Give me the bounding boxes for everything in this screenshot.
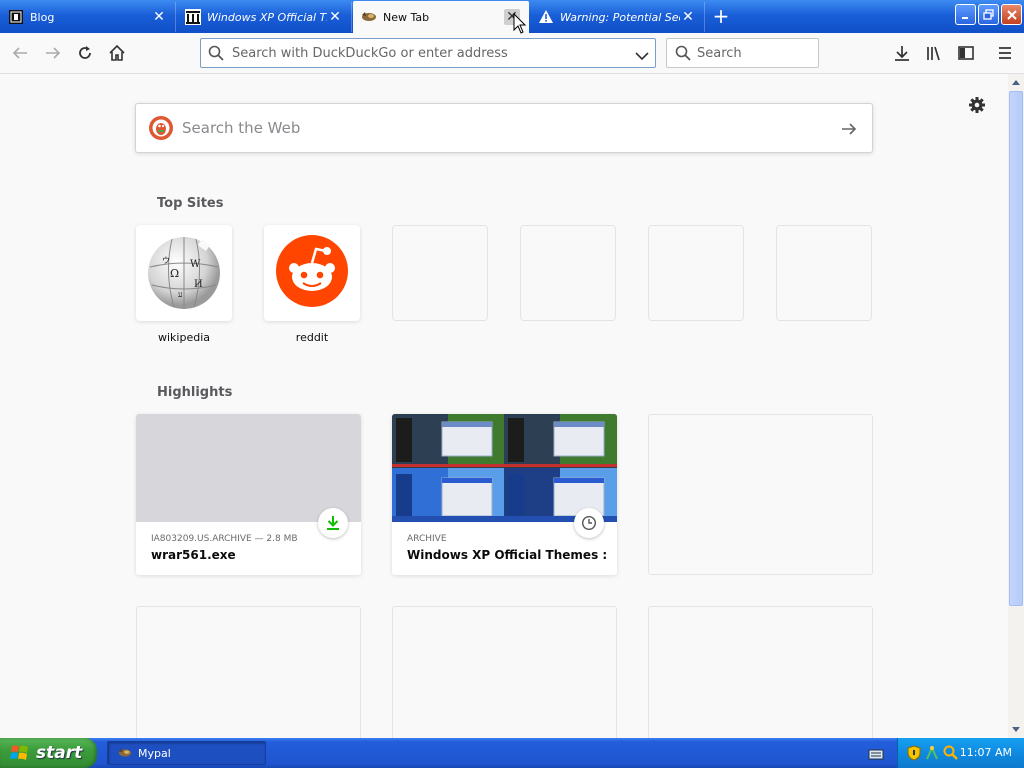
web-search-box[interactable] <box>135 103 873 153</box>
magnifier-icon[interactable] <box>943 745 959 765</box>
security-shield-icon[interactable] <box>907 745 921 765</box>
svg-text:ע: ע <box>178 290 183 299</box>
tab-label: Windows XP Official The <box>207 10 327 24</box>
search-icon <box>208 45 224 65</box>
card-preview <box>136 414 361 522</box>
tab-label: New Tab <box>383 10 430 24</box>
scroll-down-arrow-icon[interactable] <box>1008 722 1024 738</box>
mouse-cursor-icon <box>513 12 527 39</box>
reload-button[interactable] <box>73 41 97 65</box>
taskbar-item-label: Mypal <box>138 746 171 760</box>
library-button[interactable] <box>922 41 946 65</box>
reddit-icon <box>276 235 348 311</box>
highlights-title: Highlights <box>157 385 233 400</box>
top-site-label: wikipedia <box>157 331 210 344</box>
search-input[interactable] <box>697 39 812 67</box>
new-tab-button[interactable]: + <box>708 6 734 28</box>
chevron-down-icon[interactable] <box>635 47 649 66</box>
archive-favicon <box>185 9 201 25</box>
wikipedia-icon: Ω W И ウ ע <box>142 229 226 317</box>
mypal-icon <box>118 746 132 760</box>
mypal-favicon <box>361 9 377 25</box>
menu-button[interactable] <box>993 41 1017 65</box>
top-site-placeholder <box>392 225 488 321</box>
home-button[interactable] <box>105 41 129 65</box>
highlight-card-xp-themes[interactable]: ARCHIVE Windows XP Official Themes : M..… <box>392 414 617 575</box>
tab-strip: Blog ✕ Windows XP Official The ✕ New Tab… <box>0 0 1024 33</box>
minimize-button[interactable] <box>955 4 976 25</box>
highlight-placeholder <box>392 606 617 738</box>
vertical-scrollbar[interactable] <box>1008 74 1024 738</box>
tab-label: Blog <box>30 10 55 24</box>
download-icon <box>318 508 348 538</box>
gear-icon[interactable] <box>966 94 988 116</box>
top-site-reddit[interactable]: reddit <box>264 225 360 345</box>
highlight-card-wrar[interactable]: IA803209.US.ARCHIVE — 2.8 MB wrar561.exe <box>136 414 361 575</box>
tab-close-icon[interactable]: ✕ <box>151 9 167 25</box>
web-search-input[interactable] <box>182 104 822 152</box>
tab-windows-xp-themes[interactable]: Windows XP Official The ✕ <box>177 2 352 32</box>
keyboard-icon[interactable] <box>868 746 884 765</box>
top-site-empty <box>520 225 616 321</box>
svg-text:W: W <box>190 259 201 270</box>
back-button[interactable] <box>8 41 32 65</box>
downloads-button[interactable] <box>890 41 914 65</box>
card-context: IA803209.US.ARCHIVE — 2.8 MB <box>151 534 298 544</box>
top-site-placeholder <box>520 225 616 321</box>
taskbar: start Mypal 11:07 AM <box>0 738 1024 768</box>
url-input[interactable] <box>232 39 632 67</box>
svg-text:Ω: Ω <box>170 267 179 280</box>
top-site-empty <box>776 225 872 321</box>
start-button[interactable]: start <box>0 738 97 768</box>
scroll-up-arrow-icon[interactable] <box>1008 74 1024 90</box>
taskbar-item-mypal[interactable]: Mypal <box>107 741 266 765</box>
top-site-tile[interactable]: Ω W И ウ ע <box>136 225 232 321</box>
tab-warning[interactable]: Warning: Potential Secu ✕ <box>530 2 705 32</box>
forward-button[interactable] <box>41 41 65 65</box>
top-site-empty <box>392 225 488 321</box>
navigation-toolbar <box>0 33 1024 74</box>
system-tray: 11:07 AM <box>897 738 1024 768</box>
svg-text:И: И <box>194 279 203 290</box>
close-window-button[interactable] <box>1001 4 1022 25</box>
scrollbar-thumb[interactable] <box>1009 91 1023 606</box>
restore-button[interactable] <box>978 4 999 25</box>
top-site-placeholder <box>776 225 872 321</box>
tab-new-tab[interactable]: New Tab ✕ <box>353 1 529 33</box>
top-site-tile[interactable] <box>264 225 360 321</box>
tab-close-icon[interactable]: ✕ <box>680 9 696 25</box>
search-icon <box>675 45 691 65</box>
duckduckgo-icon <box>149 116 173 144</box>
network-icon[interactable] <box>925 745 939 765</box>
top-site-wikipedia[interactable]: Ω W И ウ ע wikipedia <box>136 225 232 345</box>
sidebar-toggle-button[interactable] <box>954 41 978 65</box>
highlight-placeholder <box>136 606 361 738</box>
card-preview-thumbnail <box>392 414 617 522</box>
top-site-empty <box>648 225 744 321</box>
windows-logo-icon <box>10 743 30 763</box>
highlight-placeholder <box>648 414 873 575</box>
top-sites-title: Top Sites <box>157 196 224 211</box>
search-bar[interactable] <box>666 38 819 68</box>
svg-text:ウ: ウ <box>162 256 170 265</box>
blog-favicon <box>8 9 24 25</box>
top-site-label: reddit <box>295 331 329 344</box>
tab-label: Warning: Potential Secu <box>560 10 680 24</box>
clock: 11:07 AM <box>959 746 1012 759</box>
url-bar[interactable] <box>200 38 656 68</box>
tab-close-icon[interactable]: ✕ <box>327 9 343 25</box>
card-title: Windows XP Official Themes : M... <box>407 548 607 562</box>
card-context: ARCHIVE <box>407 534 447 544</box>
clock-icon <box>574 508 604 538</box>
tab-blog[interactable]: Blog ✕ <box>0 2 176 32</box>
arrow-right-icon[interactable] <box>838 118 860 140</box>
top-site-placeholder <box>648 225 744 321</box>
new-tab-page: Top Sites Ω W И ウ ע wikipedia <box>0 74 1007 738</box>
warning-icon <box>538 9 554 25</box>
card-title: wrar561.exe <box>151 548 236 562</box>
start-label: start <box>36 743 83 763</box>
highlight-placeholder <box>648 606 873 738</box>
